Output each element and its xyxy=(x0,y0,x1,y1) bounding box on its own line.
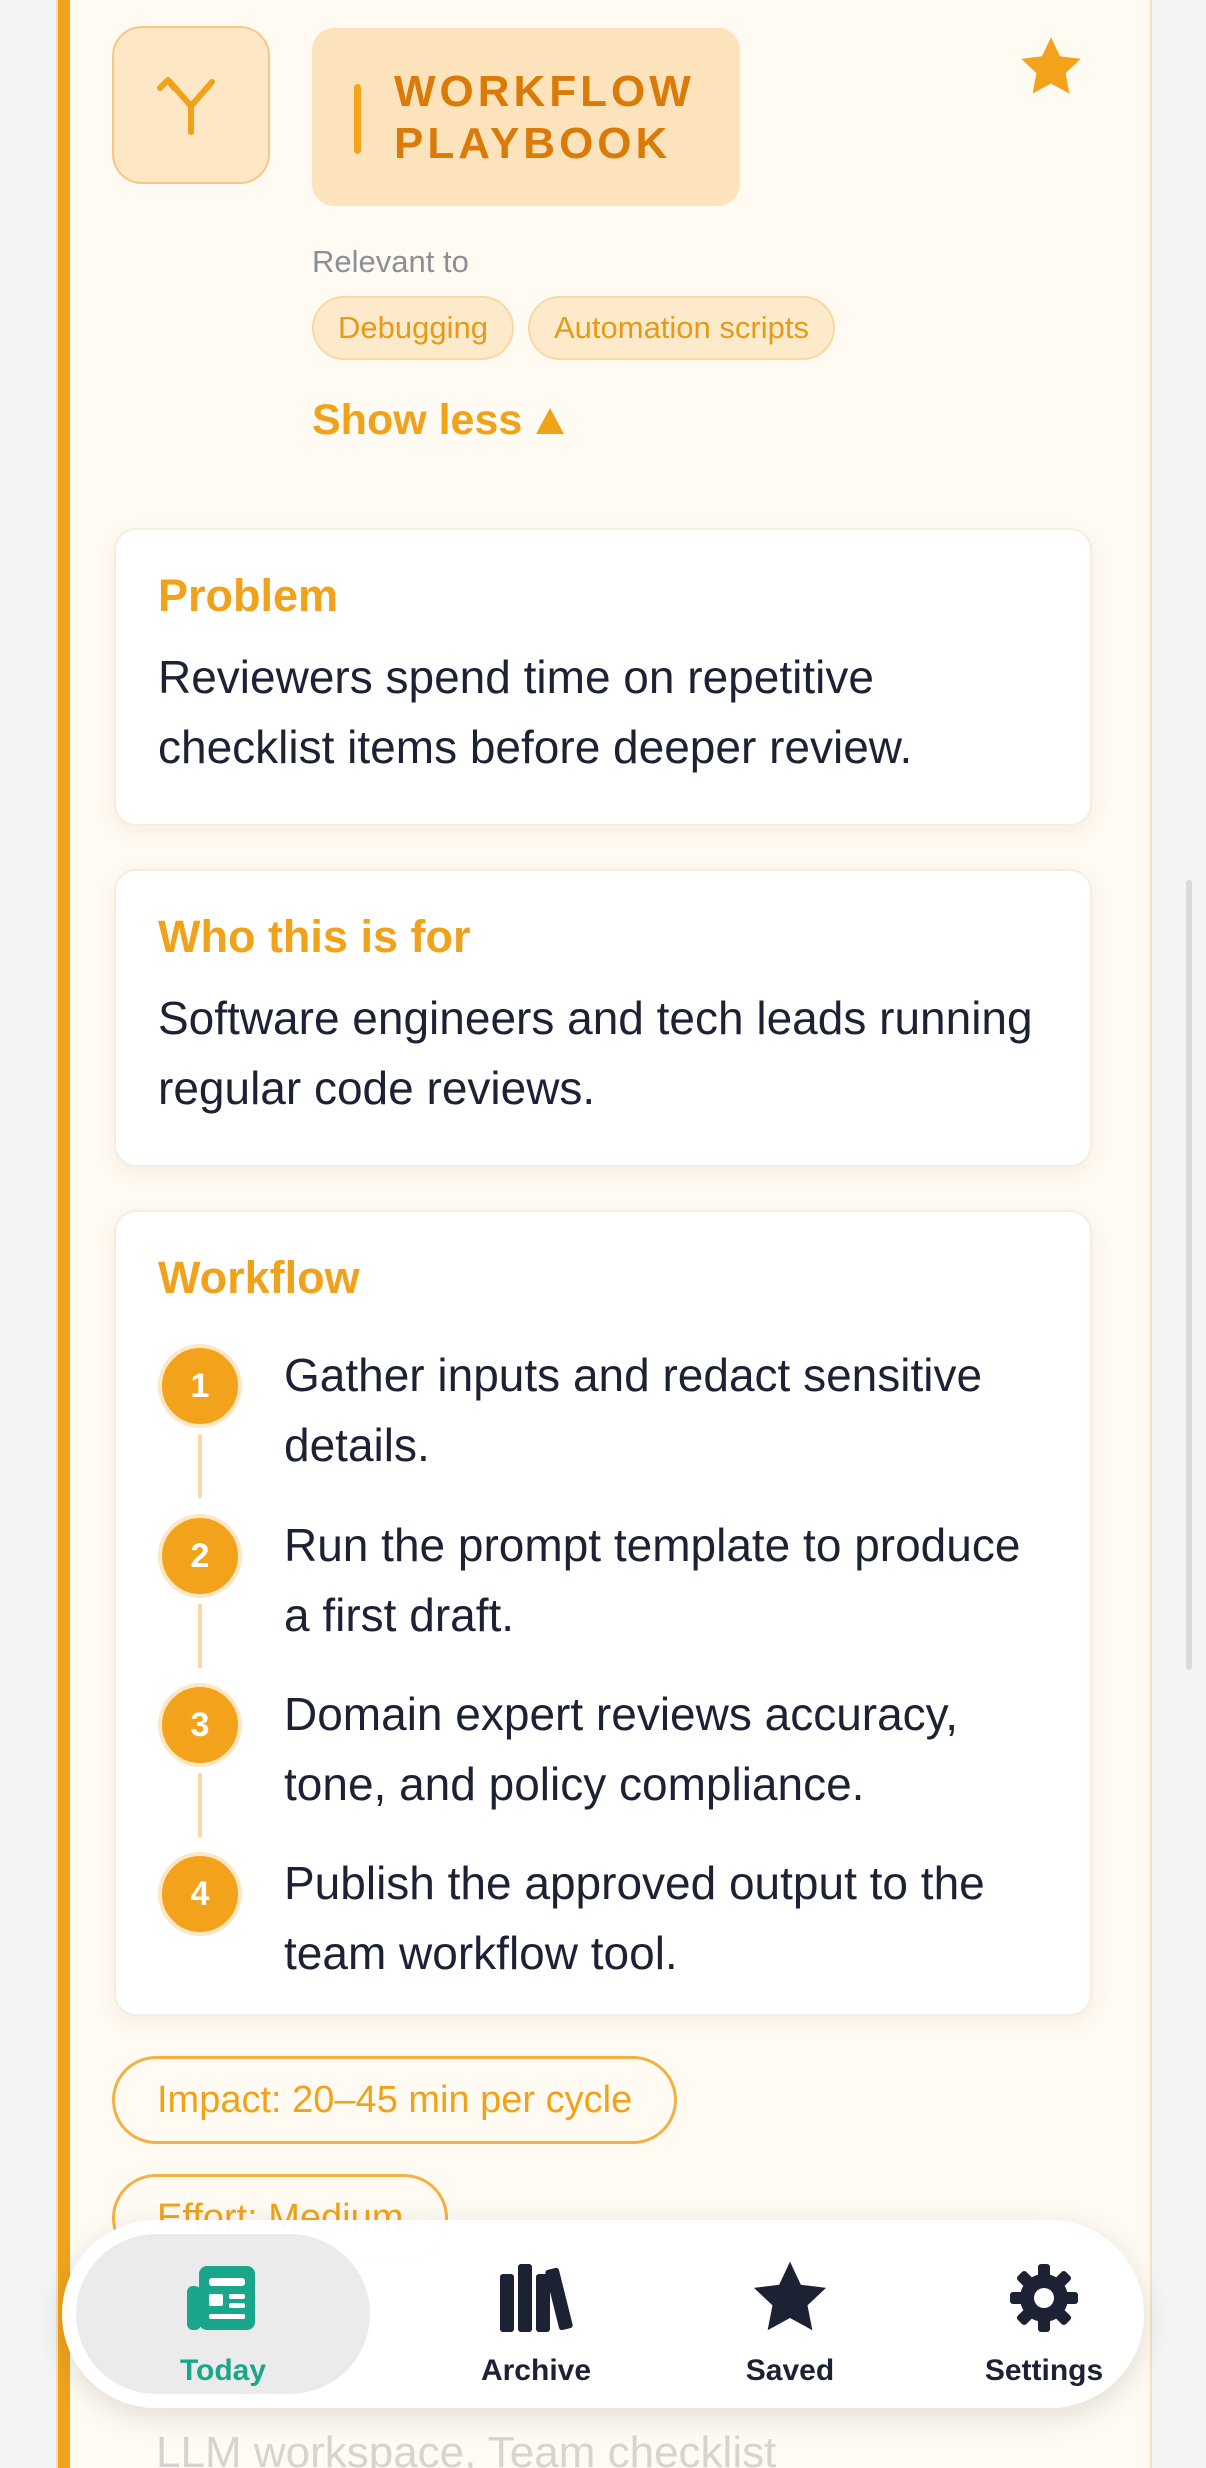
workflow-section: Workflow 1 Gather inputs and redact sens… xyxy=(114,1210,1092,2016)
tab-settings[interactable]: Settings xyxy=(924,2220,1164,2408)
workflow-step: 2 Run the prompt template to produce a f… xyxy=(158,1510,1058,1668)
step-number: 3 xyxy=(158,1683,242,1767)
books-icon xyxy=(494,2256,578,2340)
problem-text: Reviewers spend time on repetitive check… xyxy=(158,651,913,773)
step-connector xyxy=(198,1434,202,1498)
problem-section: Problem Reviewers spend time on repetiti… xyxy=(114,528,1092,826)
step-text: Domain expert reviews accuracy, tone, an… xyxy=(284,1688,959,1810)
audience-title: Who this is for xyxy=(158,911,471,962)
workflow-step: 4 Publish the approved output to the tea… xyxy=(158,1848,1058,1988)
screen: WORKFLOW PLAYBOOK Relevant to Debugging … xyxy=(0,0,1206,2468)
workflow-title: Workflow xyxy=(158,1252,360,1303)
tab-saved[interactable]: Saved xyxy=(670,2220,910,2408)
audience-section: Who this is for Software engineers and t… xyxy=(114,869,1092,1167)
workflow-step: 1 Gather inputs and redact sensitive det… xyxy=(158,1340,1058,1498)
step-number: 4 xyxy=(158,1852,242,1936)
step-text: Gather inputs and redact sensitive detai… xyxy=(284,1349,983,1471)
problem-title: Problem xyxy=(158,570,339,621)
type-badge: WORKFLOW PLAYBOOK xyxy=(312,28,740,206)
workflow-step: 3 Domain expert reviews accuracy, tone, … xyxy=(158,1679,1058,1837)
step-text: Run the prompt template to produce a fir… xyxy=(284,1519,1021,1641)
step-connector xyxy=(198,1604,202,1668)
tag-chip[interactable]: Debugging xyxy=(312,296,514,360)
type-badge-label: WORKFLOW PLAYBOOK xyxy=(394,67,695,168)
step-number: 2 xyxy=(158,1514,242,1598)
relevant-label: Relevant to xyxy=(312,244,469,279)
type-badge-bar xyxy=(354,84,361,154)
show-less-label: Show less xyxy=(312,396,523,444)
gear-icon xyxy=(1002,2256,1086,2340)
tag-list: Debugging Automation scripts xyxy=(312,296,835,360)
tab-today[interactable]: Today xyxy=(76,2220,370,2408)
scrollbar[interactable] xyxy=(1186,880,1192,1670)
tab-label: Today xyxy=(179,2354,267,2387)
impact-pill: Impact: 20–45 min per cycle xyxy=(112,2056,678,2144)
step-connector xyxy=(198,1773,202,1837)
tab-label: Archive xyxy=(480,2354,592,2387)
tab-archive[interactable]: Archive xyxy=(416,2220,656,2408)
favorite-star-icon[interactable] xyxy=(1016,32,1086,102)
star-icon xyxy=(748,2256,832,2340)
show-less-button[interactable]: Show less xyxy=(312,396,565,445)
tab-label: Saved xyxy=(745,2354,835,2387)
caret-up-icon xyxy=(536,407,565,434)
tools-text: LLM workspace, Team checklist xyxy=(156,2428,777,2468)
step-text: Publish the approved output to the team … xyxy=(284,1857,985,1979)
branch-icon xyxy=(112,26,270,184)
tag-chip[interactable]: Automation scripts xyxy=(527,296,835,360)
newspaper-icon xyxy=(181,2256,265,2340)
tab-label: Settings xyxy=(984,2354,1104,2387)
audience-text: Software engineers and tech leads runnin… xyxy=(158,992,1033,1114)
step-number: 1 xyxy=(158,1344,242,1428)
bottom-tab-bar: Today Archive Saved Settings xyxy=(62,2220,1144,2408)
